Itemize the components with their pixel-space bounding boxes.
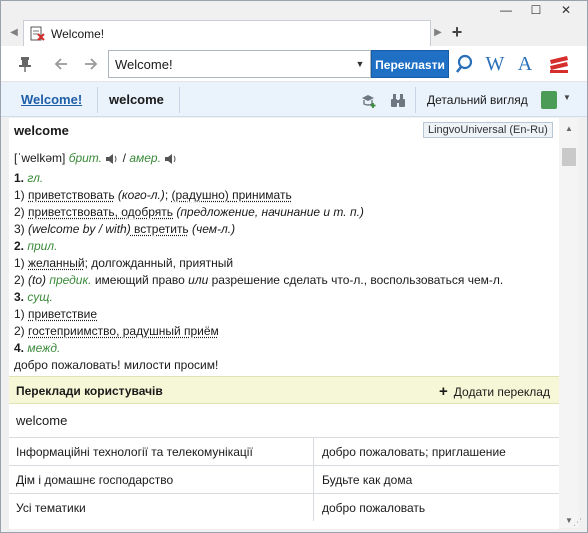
translation-cell: Будьте как дома <box>322 473 413 487</box>
tab-title: Welcome! <box>51 27 105 41</box>
translation-link[interactable]: принимать <box>229 188 292 202</box>
translation-link[interactable]: приветствовать <box>28 188 115 202</box>
sense-number: 1. <box>14 171 25 185</box>
topic-cell: Усі тематики <box>16 501 86 515</box>
divider <box>97 87 98 113</box>
sense-number: 2. <box>14 239 25 253</box>
article-panel: welcome LingvoUniversal (En-Ru) [ˈwelkəm… <box>9 118 559 376</box>
translation-link[interactable]: встретить <box>131 222 189 236</box>
plus-icon: + <box>439 383 448 400</box>
headword: welcome <box>14 123 69 138</box>
user-translations-header: Переклади користувачів + Додати переклад <box>9 376 559 404</box>
font-icon[interactable]: A <box>514 51 536 77</box>
divider <box>179 87 180 113</box>
meaning-line: добро пожаловать! милости просим! <box>14 358 219 372</box>
brit-label: брит. <box>68 151 102 165</box>
translation-link[interactable]: (радушно) <box>171 188 228 202</box>
pin-icon[interactable] <box>15 54 35 74</box>
lingvo-logo-icon[interactable] <box>547 51 571 77</box>
search-icon[interactable] <box>454 51 476 77</box>
close-button[interactable]: ✕ <box>551 1 581 19</box>
pos-label: гл. <box>27 171 44 185</box>
wikipedia-icon[interactable]: W <box>484 51 506 77</box>
divider <box>313 466 314 494</box>
tab-scroll-right-icon[interactable]: ▶ <box>432 23 444 43</box>
binoculars-icon[interactable] <box>389 91 407 109</box>
maximize-button[interactable]: ☐ <box>521 1 551 19</box>
vertical-scrollbar[interactable]: ▲ ▼ <box>559 118 579 528</box>
topic-cell: Інформаційні технології та телекомунікац… <box>16 445 253 459</box>
table-row[interactable]: Усі тематики добро пожаловать <box>9 494 559 522</box>
pos-label: сущ. <box>27 290 53 304</box>
navigation-bar: Welcome! welcome Детальний вигляд ▼ <box>1 83 587 117</box>
sense-number: 4. <box>14 341 25 355</box>
translation-link[interactable]: приветствие <box>28 307 97 321</box>
sense-header: 2. прил. <box>14 238 57 254</box>
scrollbar-thumb[interactable] <box>562 148 576 166</box>
transcription: [ˈwelkəm] <box>14 151 66 165</box>
meaning-line: 1) приветствовать (кого-л.); (радушно) п… <box>14 188 292 202</box>
tab-welcome[interactable]: Welcome! <box>23 20 431 46</box>
separator: / <box>122 151 127 165</box>
topic-cell: Дім і домашнє господарство <box>16 473 174 487</box>
user-translations-title: Переклади користувачів <box>16 384 163 398</box>
current-entry: welcome <box>109 92 164 107</box>
add-translation-button[interactable]: + Додати переклад <box>439 383 550 400</box>
dropdown-icon[interactable]: ▼ <box>354 58 366 70</box>
panel-bottom <box>9 521 559 529</box>
pronunciation-line: [ˈwelkəm] брит. / амер. <box>14 150 178 166</box>
detailed-view-button[interactable]: Детальний вигляд <box>427 93 528 107</box>
sense-header: 3. сущ. <box>14 289 53 305</box>
sense-number: 3. <box>14 290 25 304</box>
dictionary-badge[interactable]: LingvoUniversal (En-Ru) <box>423 122 553 138</box>
search-input[interactable] <box>109 51 349 77</box>
book-icon[interactable] <box>541 91 557 109</box>
tab-strip: ◀ Welcome! ▶ + — ☐ ✕ <box>1 1 587 46</box>
translation-link[interactable]: приветствовать, одобрять <box>28 205 173 219</box>
meaning-line: 2) (to) предик. имеющий право или разреш… <box>14 273 504 287</box>
user-translations-table: Інформаційні технології та телекомунікац… <box>9 437 559 522</box>
speaker-icon[interactable] <box>164 153 178 165</box>
meaning-line: 1) приветствие <box>14 307 98 321</box>
chevron-down-icon[interactable]: ▼ <box>563 93 571 102</box>
divider <box>313 494 314 522</box>
translation-link[interactable]: желанный <box>28 256 85 270</box>
translation-cell: добро пожаловать; приглашение <box>322 445 506 459</box>
add-card-icon[interactable] <box>359 91 377 109</box>
translate-button[interactable]: Переклasти <box>371 50 449 78</box>
user-translations-word: welcome <box>9 404 559 437</box>
translation-link[interactable]: гостеприимство, радушный приём <box>28 324 219 338</box>
search-box: ▼ <box>108 50 371 78</box>
amer-label: амер. <box>129 151 161 165</box>
back-arrow-icon[interactable] <box>51 54 71 74</box>
add-translation-label: Додати переклад <box>453 385 550 399</box>
new-tab-button[interactable]: + <box>447 22 467 42</box>
toolbar: ▼ Переклasти W A <box>1 46 587 82</box>
table-row[interactable]: Дім і домашнє господарство Будьте как до… <box>9 466 559 494</box>
meaning-line: 2) гостеприимство, радушный приём <box>14 324 219 338</box>
meaning-line: 2) приветствовать, одобрять (предложение… <box>14 205 364 219</box>
forward-arrow-icon[interactable] <box>81 54 101 74</box>
divider <box>415 87 416 113</box>
ut-word-text: welcome <box>16 413 68 428</box>
window-controls: — ☐ ✕ <box>491 1 581 19</box>
meaning-line: 3) (welcome by / with) встретить (чем-л.… <box>14 222 236 236</box>
sense-header: 4. межд. <box>14 340 60 356</box>
app-window: ◀ Welcome! ▶ + — ☐ ✕ Welcome! ▼ Переклas… <box>0 0 588 533</box>
meaning-line: 1) желанный; долгожданный, приятный <box>14 256 234 270</box>
resize-grip-icon[interactable]: ⋰ <box>573 517 582 528</box>
table-row[interactable]: Інформаційні технології та телекомунікац… <box>9 438 559 466</box>
divider <box>313 438 314 466</box>
translate-button-label: Переклasти <box>375 58 445 72</box>
translation-cell: добро пожаловать <box>322 501 426 515</box>
history-link[interactable]: Welcome! <box>21 92 82 107</box>
pos-label: прил. <box>27 239 58 253</box>
sense-header: 1. гл. <box>14 170 43 186</box>
minimize-button[interactable]: — <box>491 1 521 19</box>
pos-label: межд. <box>27 341 61 355</box>
speaker-icon[interactable] <box>105 153 119 165</box>
document-icon <box>30 26 45 41</box>
tab-scroll-left-icon[interactable]: ◀ <box>7 23 21 43</box>
scroll-up-icon[interactable]: ▲ <box>559 122 579 136</box>
